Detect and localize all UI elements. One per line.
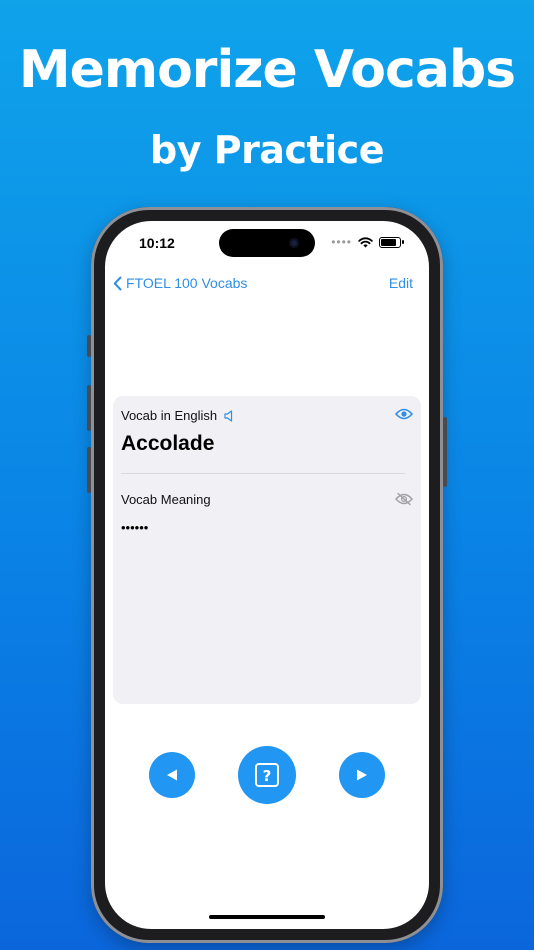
- previous-icon: [167, 769, 177, 781]
- headline: Memorize Vocabs: [18, 40, 516, 100]
- subheadline: by Practice: [150, 128, 384, 172]
- home-indicator: [209, 915, 325, 919]
- status-indicators: ••••: [331, 235, 404, 249]
- reveal-answer-button[interactable]: ?: [238, 746, 296, 804]
- back-button-label: FTOEL 100 Vocabs: [126, 275, 248, 291]
- power-button: [443, 417, 447, 487]
- english-label-row: Vocab in English: [121, 408, 235, 423]
- speaker-icon[interactable]: [224, 409, 235, 422]
- english-label: Vocab in English: [121, 408, 218, 423]
- battery-icon: [379, 236, 404, 248]
- card-divider: [121, 473, 405, 474]
- dynamic-island: [219, 229, 315, 257]
- previous-button[interactable]: [149, 752, 195, 798]
- eye-slash-icon[interactable]: [395, 492, 413, 506]
- phone-frame: 10:12 •••• FTOEL 100 Vocabs Edit Vocab i…: [87, 207, 447, 943]
- signal-dots-icon: ••••: [331, 235, 352, 249]
- edit-button[interactable]: Edit: [389, 275, 413, 291]
- chevron-left-icon: [113, 276, 122, 290]
- navigation-bar: FTOEL 100 Vocabs Edit: [105, 269, 429, 299]
- eye-icon[interactable]: [395, 408, 413, 420]
- vocab-word: Accolade: [121, 432, 215, 455]
- next-icon: [357, 769, 367, 781]
- flashcard: Vocab in English Accolade Vocab Meaning …: [113, 396, 421, 704]
- svg-text:?: ?: [263, 767, 272, 785]
- meaning-label: Vocab Meaning: [121, 492, 211, 507]
- status-time: 10:12: [139, 235, 175, 251]
- action-button: [87, 335, 91, 357]
- question-icon: ?: [255, 763, 279, 787]
- phone-screen: 10:12 •••• FTOEL 100 Vocabs Edit Vocab i…: [105, 221, 429, 929]
- next-button[interactable]: [339, 752, 385, 798]
- volume-down-button: [87, 447, 91, 493]
- wifi-icon: [358, 236, 373, 247]
- back-button[interactable]: FTOEL 100 Vocabs: [113, 275, 247, 291]
- meaning-hidden-text: ••••••: [121, 520, 149, 535]
- volume-up-button: [87, 385, 91, 431]
